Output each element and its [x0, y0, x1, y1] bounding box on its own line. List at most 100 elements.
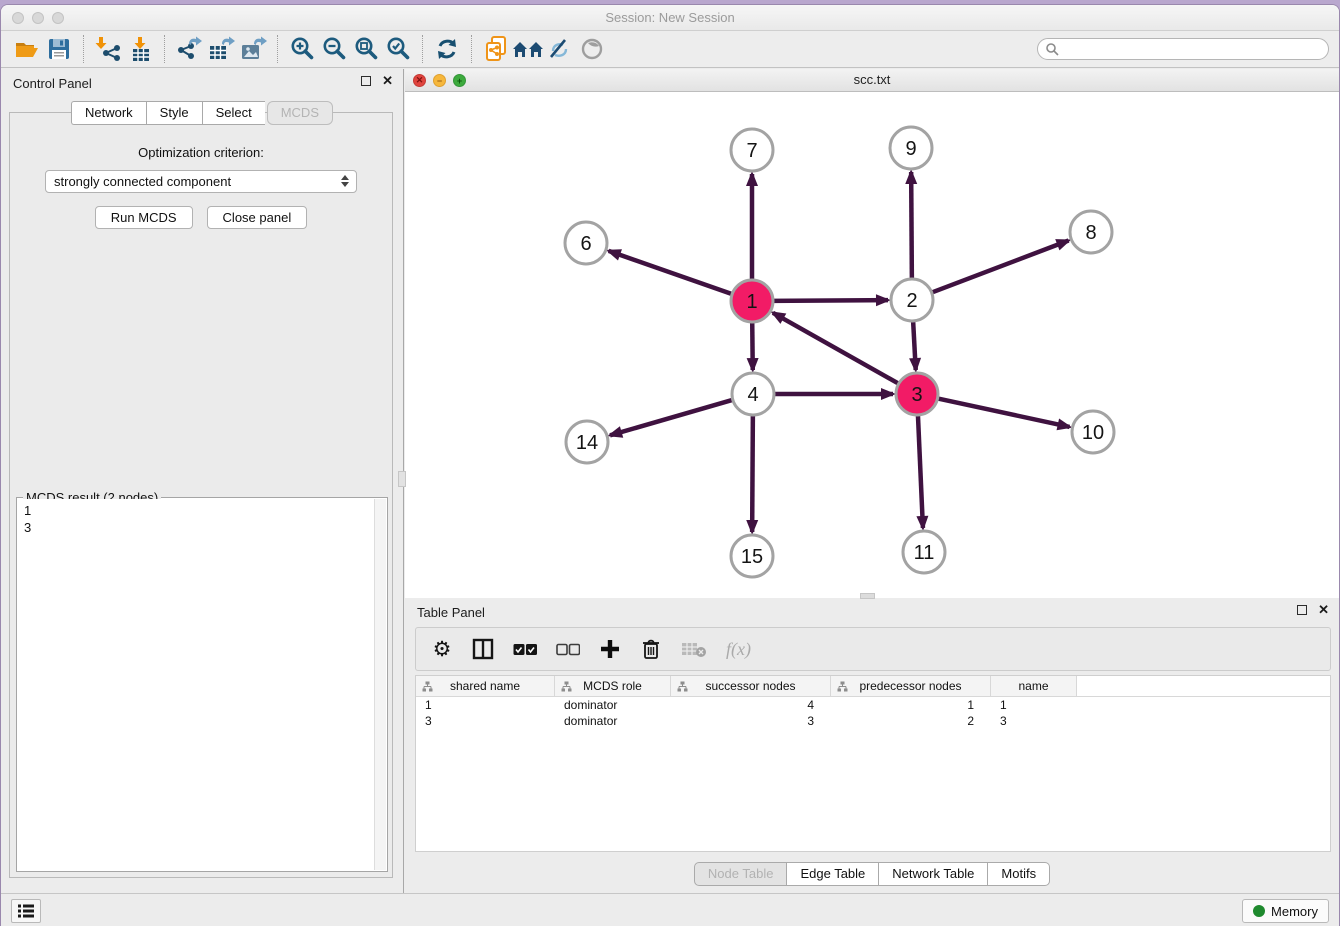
delete-column-button[interactable]	[640, 636, 662, 662]
delete-table-icon	[681, 640, 707, 658]
graph-node-4[interactable]: 4	[732, 373, 774, 415]
network-close-icon[interactable]: ✕	[413, 74, 426, 87]
tab-network[interactable]: Network	[71, 101, 146, 125]
zoom-fit-button[interactable]	[350, 34, 382, 64]
graph-edge-4-15[interactable]	[752, 415, 753, 532]
horizontal-splitter-handle[interactable]	[860, 593, 875, 599]
column-header-successor-nodes[interactable]: successor nodes	[671, 676, 831, 696]
graph-node-label: 8	[1085, 222, 1096, 244]
export-network-icon	[175, 36, 203, 62]
close-panel-button[interactable]: Close panel	[207, 206, 308, 229]
copy-network-view-button[interactable]	[480, 34, 512, 64]
close-panel-icon[interactable]: ✕	[382, 76, 393, 86]
float-table-panel-icon[interactable]	[1297, 605, 1307, 615]
import-table-button[interactable]	[124, 34, 156, 64]
network-canvas[interactable]: 1 2 3 4 6 7 8 9 10 11 14 15	[405, 92, 1339, 598]
save-session-button[interactable]	[43, 34, 75, 64]
graph-node-11[interactable]: 11	[903, 531, 945, 573]
mcds-result-text[interactable]: 1 3	[18, 499, 374, 870]
network-zoom-icon[interactable]: +	[453, 74, 466, 87]
float-panel-icon[interactable]	[361, 76, 371, 86]
graph-edge-3-1[interactable]	[773, 313, 899, 384]
graph-node-14[interactable]: 14	[566, 421, 608, 463]
graph-node-2[interactable]: 2	[891, 279, 933, 321]
graph-node-6[interactable]: 6	[565, 222, 607, 264]
close-table-panel-icon[interactable]: ✕	[1318, 605, 1329, 615]
vertical-splitter-handle[interactable]	[398, 471, 406, 487]
tab-node-table[interactable]: Node Table	[694, 862, 788, 886]
select-all-button[interactable]	[513, 636, 537, 662]
maximize-window-icon[interactable]	[52, 12, 64, 24]
export-network-button[interactable]	[173, 34, 205, 64]
zoom-in-button[interactable]	[286, 34, 318, 64]
toolbar-separator	[471, 35, 472, 63]
search-input[interactable]	[1037, 38, 1329, 60]
export-image-button[interactable]	[237, 34, 269, 64]
window-controls	[12, 12, 64, 24]
graph-edge-1-2[interactable]	[773, 300, 888, 301]
deselect-all-button[interactable]	[556, 636, 580, 662]
tab-edge-table[interactable]: Edge Table	[787, 862, 879, 886]
import-table-icon	[126, 36, 154, 62]
task-history-button[interactable]	[11, 899, 41, 923]
tab-mcds[interactable]: MCDS	[267, 101, 333, 125]
column-header-predecessor-nodes[interactable]: predecessor nodes	[831, 676, 991, 696]
column-type-icon	[561, 681, 572, 692]
graph-edge-2-9[interactable]	[911, 172, 912, 279]
graph-edge-2-3[interactable]	[913, 321, 916, 370]
column-header-shared-name[interactable]: shared name	[416, 676, 555, 696]
import-network-button[interactable]	[92, 34, 124, 64]
table-row[interactable]: 3dominator323	[416, 713, 1330, 729]
zoom-out-button[interactable]	[318, 34, 350, 64]
show-columns-button[interactable]	[472, 636, 494, 662]
result-scrollbar[interactable]	[374, 499, 386, 870]
add-column-button[interactable]	[599, 636, 621, 662]
graph-node-10[interactable]: 10	[1072, 411, 1114, 453]
graph-node-8[interactable]: 8	[1070, 211, 1112, 253]
optimization-select[interactable]: strongly connected component	[45, 170, 357, 193]
node-table: shared name MCDS rolesuccessor nodesprede…	[415, 675, 1331, 852]
export-table-button[interactable]	[205, 34, 237, 64]
graph-node-1[interactable]: 1	[731, 280, 773, 322]
memory-status-icon	[1253, 905, 1265, 917]
zoom-selected-icon	[385, 36, 411, 62]
table-cell: dominator	[555, 713, 671, 729]
close-window-icon[interactable]	[12, 12, 24, 24]
graph-node-label: 2	[906, 290, 917, 312]
table-settings-button[interactable]: ⚙	[431, 636, 453, 662]
function-builder-button[interactable]: f(x)	[726, 636, 751, 662]
graph-node-15[interactable]: 15	[731, 535, 773, 577]
minimize-window-icon[interactable]	[32, 12, 44, 24]
graph-edge-2-8[interactable]	[932, 241, 1069, 293]
zoom-selected-button[interactable]	[382, 34, 414, 64]
column-header-MCDS-role[interactable]: MCDS role	[555, 676, 671, 696]
refresh-button[interactable]	[431, 34, 463, 64]
home-view-button[interactable]	[512, 34, 544, 64]
column-header-label: shared name	[450, 679, 520, 693]
graph-edge-1-6[interactable]	[609, 251, 733, 294]
open-session-button[interactable]	[11, 34, 43, 64]
tab-network-table[interactable]: Network Table	[879, 862, 988, 886]
delete-table-button[interactable]	[681, 636, 707, 662]
column-header-name[interactable]: name	[991, 676, 1077, 696]
graph-node-3[interactable]: 3	[896, 373, 938, 415]
graph-edge-3-10[interactable]	[938, 398, 1070, 427]
graph-edge-4-14[interactable]	[610, 400, 733, 436]
tab-select[interactable]: Select	[202, 101, 265, 125]
show-eye-button[interactable]	[576, 34, 608, 64]
memory-button[interactable]: Memory	[1242, 899, 1329, 923]
zoom-out-icon	[321, 36, 347, 62]
toolbar-separator	[83, 35, 84, 63]
network-minimize-icon[interactable]: −	[433, 74, 446, 87]
run-mcds-button[interactable]: Run MCDS	[95, 206, 193, 229]
tab-motifs[interactable]: Motifs	[988, 862, 1050, 886]
graph-edge-1-4[interactable]	[752, 322, 753, 370]
tab-style[interactable]: Style	[146, 101, 202, 125]
graph-node-9[interactable]: 9	[890, 127, 932, 169]
zoom-in-icon	[289, 36, 315, 62]
fx-icon: f(x)	[726, 639, 751, 660]
graph-edge-3-11[interactable]	[918, 415, 923, 528]
graph-node-7[interactable]: 7	[731, 129, 773, 171]
table-row[interactable]: 1dominator411	[416, 697, 1330, 713]
hide-glasses-button[interactable]	[544, 34, 576, 64]
